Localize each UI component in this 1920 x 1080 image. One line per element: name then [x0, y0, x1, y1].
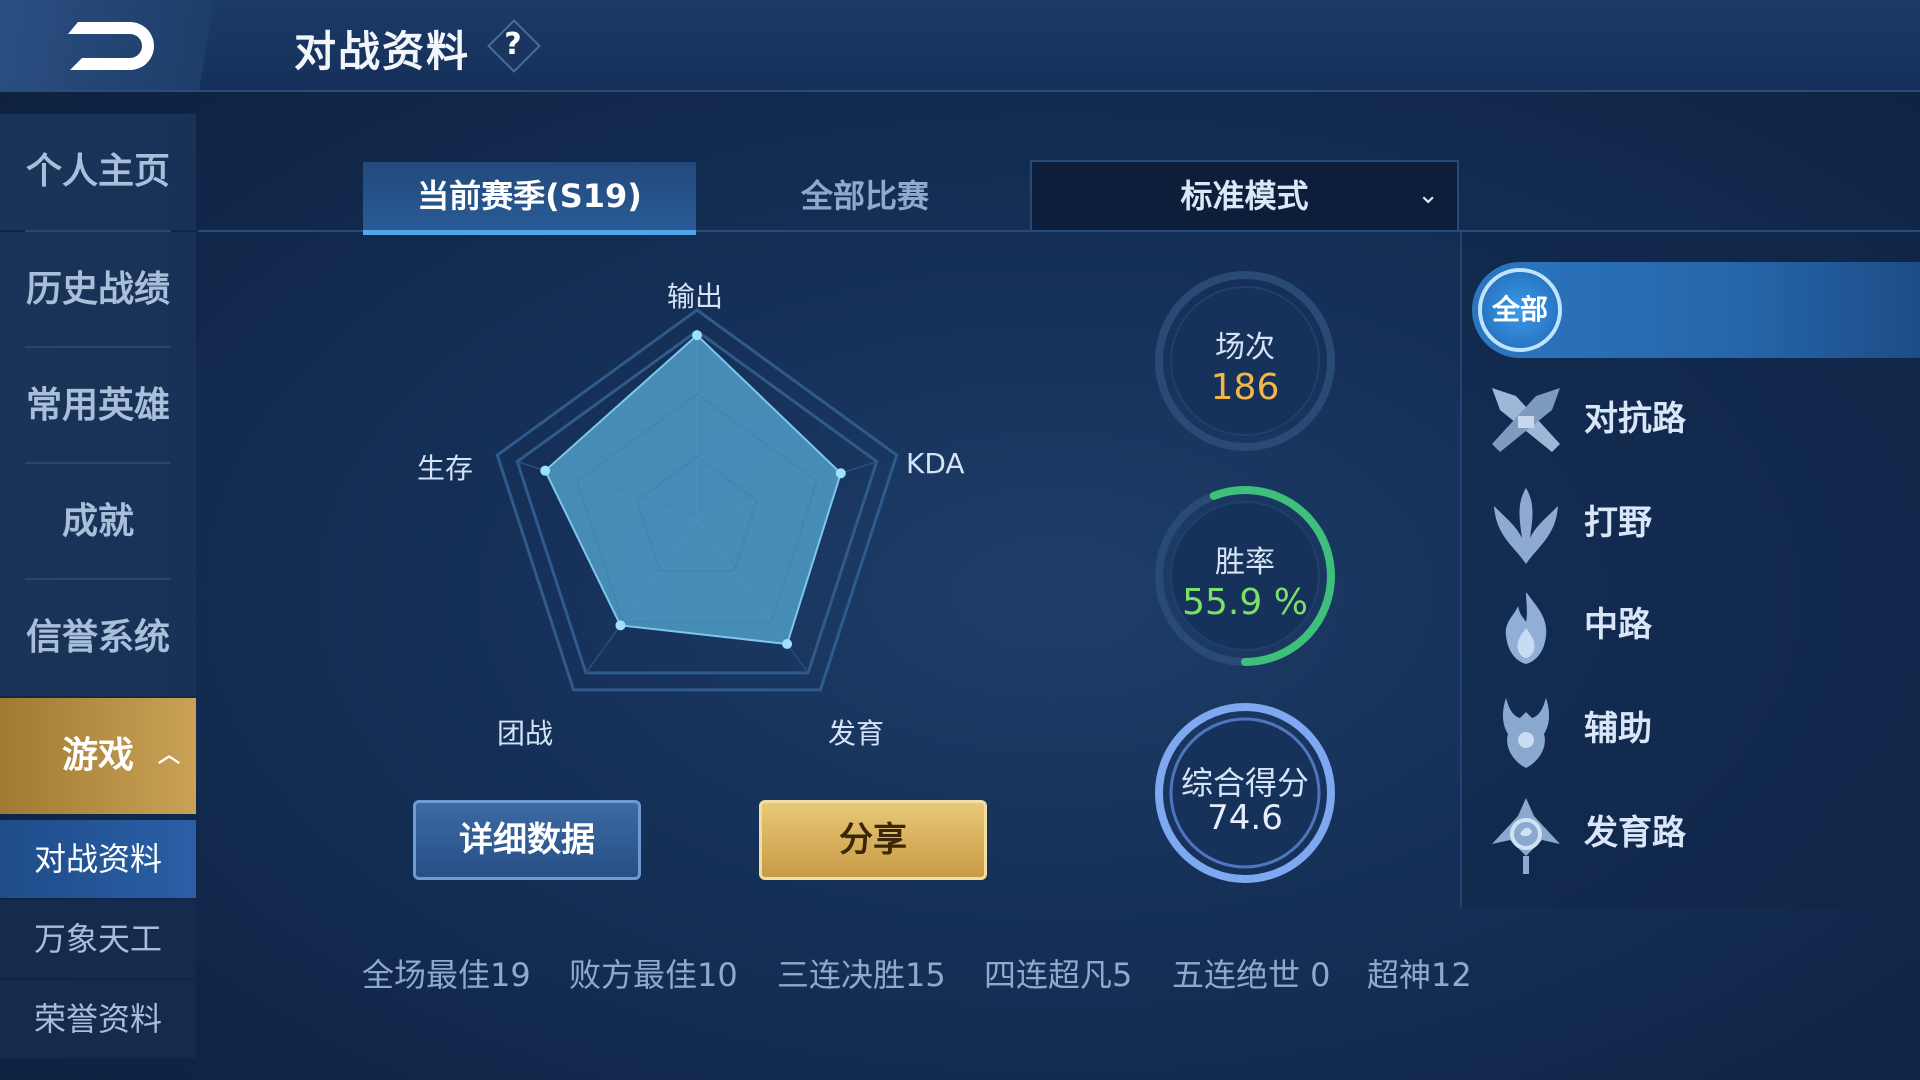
sidebar-item-game[interactable]: 游戏 ︿: [0, 698, 196, 814]
role-label: 发育路: [1584, 813, 1686, 853]
detail-data-button[interactable]: 详细数据: [413, 800, 641, 880]
radar-axis-label-output: 输出: [667, 280, 724, 313]
sidebar-item-heroes[interactable]: 常用英雄: [0, 348, 196, 464]
role-item-clash-lane[interactable]: 对抗路: [1472, 374, 1912, 464]
mode-select[interactable]: 标准模式 ⌄: [1030, 160, 1459, 232]
share-button[interactable]: 分享: [759, 800, 987, 880]
chevron-down-icon: ⌄: [1417, 180, 1439, 210]
matches-value: 186: [1210, 367, 1280, 408]
radar-axis-label-growth: 发育: [828, 717, 885, 750]
winrate-value: 55.9 %: [1182, 582, 1308, 623]
sidebar-item-label: 游戏: [61, 735, 134, 776]
tab-all-matches[interactable]: 全部比赛: [720, 162, 1010, 230]
role-item-mid-lane[interactable]: 中路: [1472, 580, 1912, 670]
page-title: 对战资料: [294, 27, 471, 76]
matches-label: 场次: [1215, 330, 1275, 365]
role-label: 辅助: [1584, 709, 1652, 749]
sidebar-item-history[interactable]: 历史战绩: [0, 232, 196, 348]
sidebar-subitem-battle-data[interactable]: 对战资料: [0, 820, 196, 898]
top-bar: 对战资料 ?: [0, 0, 1920, 92]
stat-legendary: 超神12: [1367, 956, 1472, 994]
flame-icon: [1505, 592, 1547, 664]
tab-current-season[interactable]: 当前赛季(S19): [363, 162, 696, 235]
sidebar-item-credit[interactable]: 信誉系统: [0, 580, 196, 696]
stat-quadra-kill: 四连超凡5: [984, 956, 1133, 994]
radar-axis-label-teamfight: 团战: [497, 717, 554, 750]
role-label: 对抗路: [1584, 399, 1686, 439]
sidebar-item-profile[interactable]: 个人主页: [0, 114, 196, 230]
radar-axis-label-survival: 生存: [417, 452, 474, 485]
back-arrow-icon: [68, 22, 154, 70]
role-all-badge: 全部: [1478, 268, 1562, 352]
mode-select-value: 标准模式: [1180, 177, 1309, 215]
role-item-farm-lane[interactable]: 发育路: [1472, 788, 1912, 878]
stat-triple-kill: 三连决胜15: [777, 956, 946, 994]
back-button[interactable]: [60, 14, 170, 76]
role-item-jungle[interactable]: 打野: [1472, 478, 1912, 568]
winrate-label: 胜率: [1215, 545, 1275, 580]
role-label: 打野: [1584, 503, 1652, 543]
radar-axis-label-kda: KDA: [906, 447, 965, 480]
stat-mvp: 全场最佳19: [362, 956, 531, 994]
horned-shield-icon: [1502, 698, 1550, 768]
stat-losing-mvp: 败方最佳10: [569, 956, 738, 994]
sidebar-item-achievements[interactable]: 成就: [0, 464, 196, 580]
role-item-support[interactable]: 辅助: [1472, 684, 1912, 774]
sidebar-subitem-wanxiang[interactable]: 万象天工: [0, 900, 196, 978]
crossed-swords-icon: [1492, 388, 1560, 452]
sidebar-subitem-honor[interactable]: 荣誉资料: [0, 980, 196, 1058]
leaf-claw-icon: [1494, 488, 1558, 564]
help-icon: ?: [504, 27, 522, 62]
bow-emblem-icon: [1492, 798, 1560, 874]
stat-penta-kill: 五连绝世 0: [1172, 956, 1331, 994]
role-item-all[interactable]: 全部: [1472, 262, 1920, 358]
role-label: 中路: [1584, 605, 1652, 645]
chevron-up-icon: ︿: [158, 743, 181, 768]
help-button[interactable]: ?: [487, 19, 541, 73]
score-value: 74.6: [1207, 798, 1283, 838]
